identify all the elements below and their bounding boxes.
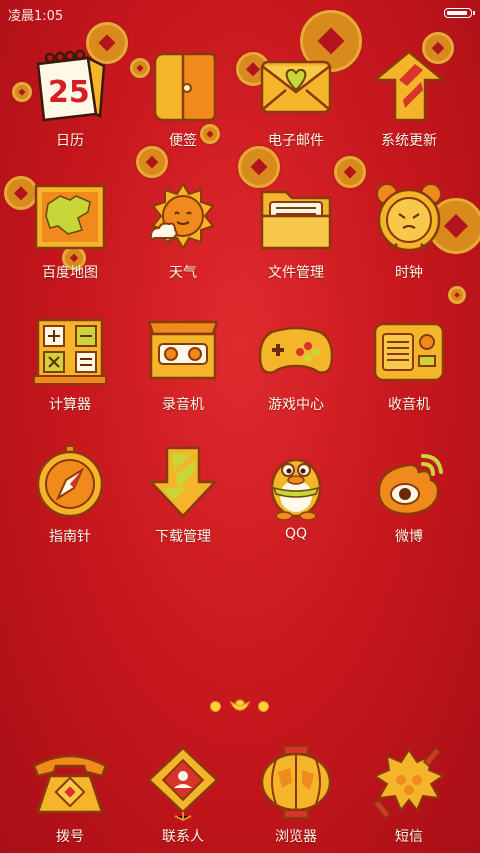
notes-wallet-icon [141, 44, 225, 128]
envelope-heart-icon [254, 44, 338, 128]
calendar-icon: 25 [28, 44, 112, 128]
app-label: 百度地图 [42, 265, 98, 281]
app-label: 指南针 [49, 529, 91, 545]
app-recorder[interactable]: 录音机 [123, 308, 243, 414]
app-label: 电子邮件 [268, 133, 324, 149]
app-label: 系统更新 [381, 133, 437, 149]
app-calculator[interactable]: 计算器 [10, 308, 130, 414]
map-icon [28, 176, 112, 260]
app-label: 短信 [395, 829, 423, 845]
app-file-manager[interactable]: 文件管理 [236, 176, 356, 282]
app-compass[interactable]: 指南针 [10, 440, 130, 546]
gamepad-icon [254, 308, 338, 392]
app-label: 下载管理 [155, 529, 211, 545]
abacus-icon [28, 308, 112, 392]
app-label: QQ [284, 526, 308, 542]
penguin-icon [254, 440, 338, 524]
battery-icon [444, 8, 475, 18]
page-dot [210, 701, 221, 712]
app-calendar[interactable]: 25 日历 [10, 44, 130, 150]
dock-messages[interactable]: 短信 [349, 740, 469, 846]
app-email[interactable]: 电子邮件 [236, 44, 356, 150]
app-label: 文件管理 [268, 265, 324, 281]
app-label: 浏览器 [275, 829, 317, 845]
app-label: 日历 [56, 133, 84, 149]
app-weibo[interactable]: 微博 [349, 440, 469, 546]
app-radio[interactable]: 收音机 [349, 308, 469, 414]
app-game-center[interactable]: 游戏中心 [236, 308, 356, 414]
app-system-update[interactable]: 系统更新 [349, 44, 469, 150]
app-label: 拨号 [56, 829, 84, 845]
decorative-coin [448, 286, 466, 304]
app-label: 时钟 [395, 265, 423, 281]
page-indicator [210, 696, 270, 716]
radio-icon [367, 308, 451, 392]
update-arrow-icon [367, 44, 451, 128]
app-label: 微博 [395, 529, 423, 545]
status-time: 凌晨1:05 [8, 9, 64, 24]
app-baidu-map[interactable]: 百度地图 [10, 176, 130, 282]
folder-icon [254, 176, 338, 260]
chinese-knot-icon [141, 740, 225, 824]
app-label: 游戏中心 [268, 397, 324, 413]
app-notes[interactable]: 便签 [123, 44, 243, 150]
calendar-date-text: 25 [48, 75, 90, 110]
firecracker-icon [367, 740, 451, 824]
app-label: 录音机 [162, 397, 204, 413]
app-label: 收音机 [388, 397, 430, 413]
compass-icon [28, 440, 112, 524]
gold-ingot-icon [230, 699, 250, 711]
app-weather[interactable]: 天气 [123, 176, 243, 282]
weibo-eye-icon [367, 440, 451, 524]
dock-contacts[interactable]: 联系人 [123, 740, 243, 846]
dock-dialer[interactable]: 拨号 [10, 740, 130, 846]
sun-cloud-icon [141, 176, 225, 260]
app-label: 联系人 [162, 829, 204, 845]
decorative-coin [136, 146, 168, 178]
app-label: 便签 [169, 133, 197, 149]
app-label: 天气 [169, 265, 197, 281]
app-qq[interactable]: QQ [236, 440, 356, 542]
lantern-globe-icon [254, 740, 338, 824]
alarm-clock-icon [367, 176, 451, 260]
cassette-icon [141, 308, 225, 392]
app-download-manager[interactable]: 下载管理 [123, 440, 243, 546]
status-bar: 凌晨1:05 [0, 0, 480, 28]
telephone-icon [28, 740, 112, 824]
dock-browser[interactable]: 浏览器 [236, 740, 356, 846]
page-dot [258, 701, 269, 712]
app-clock[interactable]: 时钟 [349, 176, 469, 282]
download-arrow-icon [141, 440, 225, 524]
app-label: 计算器 [49, 397, 91, 413]
